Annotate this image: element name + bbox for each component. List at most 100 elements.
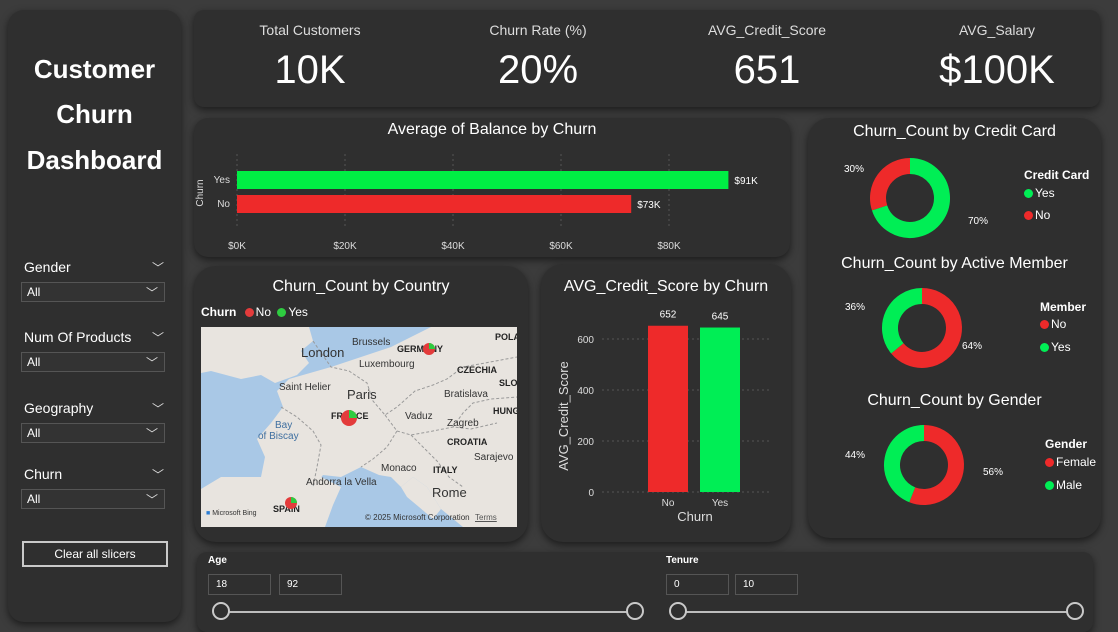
y-axis-label: Churn: [195, 179, 206, 206]
active-member-donut-slice-yes: [882, 288, 923, 354]
chevron-down-icon[interactable]: ﹀: [152, 400, 164, 417]
credit-score-by-churn-chart: AVG_Credit_Score by Churn AVG_Credit_Sco…: [541, 264, 791, 542]
x-tick-label: $80K: [657, 241, 681, 252]
kpi-label: Total Customers: [259, 22, 361, 38]
chevron-down-icon: ﹀: [145, 286, 158, 300]
churn-dropdown[interactable]: All ﹀: [21, 489, 165, 509]
legend-label: No: [1035, 208, 1051, 222]
credit-card-legend-yes: Yes: [1024, 186, 1055, 200]
x-tick-label: $20K: [333, 241, 357, 252]
tenure-min-handle[interactable]: [669, 602, 687, 620]
x-tick-label: No: [662, 498, 675, 509]
chevron-down-icon[interactable]: ﹀: [152, 259, 164, 276]
bubble-yes-slice: [291, 497, 297, 503]
legend-no-dot: [244, 307, 254, 317]
y-tick-label: 400: [577, 386, 594, 397]
bar-no: [648, 325, 688, 492]
legend-label: Yes: [1051, 340, 1071, 354]
gender-dropdown[interactable]: All ﹀: [21, 282, 165, 302]
france-bubble[interactable]: [341, 410, 357, 426]
donut-data-label: 56%: [983, 467, 1003, 478]
bubble-yes-slice: [349, 410, 357, 418]
age-min-handle[interactable]: [212, 602, 230, 620]
legend-dot: [1024, 188, 1033, 198]
tenure-slider-track[interactable]: [679, 611, 1075, 613]
geography-slicer-label: Geography: [24, 400, 94, 416]
balance-chart-svg: Churn Yes No $91K $73K $0K $20K $40K $60K $80…: [195, 154, 758, 252]
credit-chart-svg: AVG_Credit_Score Churn 0 200 400 600 652 No 6…: [556, 310, 771, 524]
legend-dot: [1045, 480, 1054, 490]
age-slider-label: Age: [208, 555, 227, 566]
gender-legend-male: Male: [1045, 478, 1082, 492]
active-member-donut-title: Churn_Count by Active Member: [841, 255, 1068, 272]
map-terms-link[interactable]: Terms: [475, 513, 497, 522]
x-tick-label: $60K: [549, 241, 573, 252]
donut-data-label: 44%: [845, 450, 865, 461]
churn-by-country-map: Churn_Count by Country Churn No Yes Lond…: [194, 266, 528, 542]
legend-dot: [1024, 210, 1033, 220]
age-min-input[interactable]: 18: [208, 574, 271, 595]
chevron-down-icon[interactable]: ﹀: [152, 466, 164, 483]
credit-card-legend-no: No: [1024, 208, 1050, 222]
age-max-input[interactable]: 92: [279, 574, 342, 595]
range-sliders-panel: Age 18 92 Tenure 0 10: [197, 552, 1093, 632]
products-slicer-label: Num Of Products: [24, 329, 132, 345]
category-label-yes: Yes: [214, 175, 230, 186]
map-legend: Churn No Yes: [201, 305, 308, 319]
kpi-value: 20%: [497, 48, 579, 92]
gender-dropdown-value: All: [27, 285, 41, 299]
credit-card-donut-slice-no: [870, 158, 911, 211]
filter-sidebar: Customer Churn Dashboard Gender ﹀ All ﹀ …: [8, 10, 181, 622]
chevron-down-icon[interactable]: ﹀: [152, 329, 164, 346]
x-tick-label: Yes: [712, 498, 728, 509]
kpi-bar: Total Customers 10K Churn Rate (%) 20% A…: [194, 10, 1100, 107]
kpi-label: AVG_Salary: [959, 22, 1035, 38]
data-label: $73K: [637, 200, 661, 211]
legend-dot: [1040, 342, 1049, 352]
age-max-handle[interactable]: [626, 602, 644, 620]
kpi-label: Churn Rate (%): [489, 22, 587, 38]
legend-yes-dot: [277, 307, 287, 317]
donut-data-label: 36%: [845, 302, 865, 313]
category-label-no: No: [217, 199, 230, 210]
y-tick-label: 200: [577, 437, 594, 448]
data-label: 645: [712, 312, 729, 323]
bing-brand: Microsoft Bing: [212, 510, 257, 517]
gender-donut-title: Churn_Count by Gender: [867, 392, 1042, 409]
legend-no-label: No: [255, 305, 272, 319]
map-bubbles: [285, 343, 435, 509]
bar-yes: [700, 327, 740, 492]
churn-dropdown-value: All: [27, 492, 41, 506]
bar-no: [237, 195, 632, 213]
churn-slicer-label: Churn: [24, 466, 63, 482]
gender-legend-title: Gender: [1045, 437, 1088, 451]
tenure-max-handle[interactable]: [1066, 602, 1084, 620]
tenure-max-input[interactable]: 10: [735, 574, 798, 595]
spain-bubble[interactable]: [285, 497, 297, 509]
clear-slicers-button[interactable]: Clear all slicers: [22, 541, 168, 567]
tenure-slider-label: Tenure: [666, 555, 699, 566]
donut-data-label: 70%: [968, 216, 988, 227]
dashboard-title-line-1: Customer: [33, 54, 156, 84]
products-dropdown[interactable]: All ﹀: [21, 352, 165, 372]
balance-by-churn-chart: Average of Balance by Churn Churn Yes No…: [194, 118, 790, 257]
map-canvas[interactable]: London Brussels Luxembourg Paris Saint H…: [201, 327, 517, 527]
geography-dropdown[interactable]: All ﹀: [21, 423, 165, 443]
credit-card-legend-title: Credit Card: [1024, 168, 1090, 182]
donut-data-label: 64%: [962, 341, 982, 352]
chevron-down-icon: ﹀: [145, 493, 158, 507]
legend-label: Yes: [1035, 186, 1055, 200]
chevron-down-icon: ﹀: [145, 427, 158, 441]
kpi-value: 10K: [274, 48, 346, 92]
gender-slicer-label: Gender: [24, 259, 71, 275]
germany-bubble[interactable]: [423, 343, 435, 355]
age-slider-track[interactable]: [222, 611, 636, 613]
kpi-value: 651: [733, 48, 801, 92]
x-tick-label: $0K: [228, 241, 246, 252]
credit-card-donut-title: Churn_Count by Credit Card: [853, 123, 1056, 140]
chevron-down-icon: ﹀: [145, 356, 158, 370]
dashboard-title-line-2: Churn: [56, 99, 133, 129]
member-legend-no: No: [1040, 317, 1066, 331]
tenure-min-input[interactable]: 0: [666, 574, 729, 595]
legend-dot: [1040, 319, 1049, 329]
